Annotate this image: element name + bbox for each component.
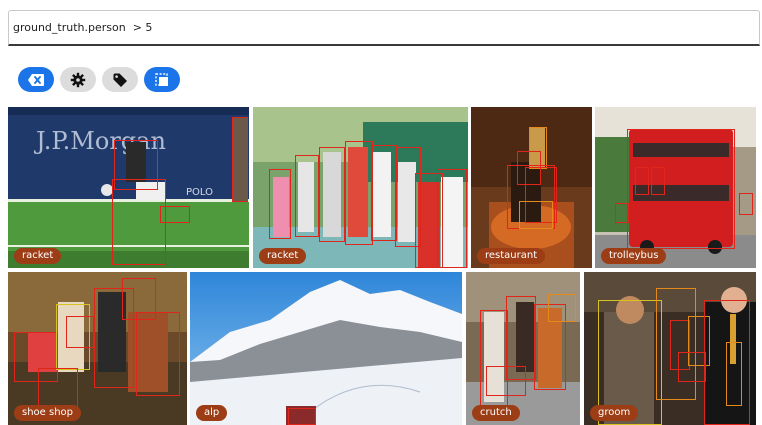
detection-box [38, 368, 78, 408]
image-tile[interactable]: groom [584, 272, 756, 425]
detection-box [519, 201, 553, 229]
detection-box [486, 366, 526, 396]
detection-box [371, 145, 397, 241]
image-grid: J.P.Morgan POLO racket racket restaurant… [0, 0, 762, 425]
image-tile[interactable]: restaurant [471, 107, 592, 268]
image-tile[interactable]: racket [253, 107, 468, 268]
detection-box [615, 203, 629, 223]
detection-box [437, 169, 467, 268]
detection-box [635, 167, 649, 195]
tile-label: restaurant [477, 248, 546, 264]
tile-label: groom [590, 405, 639, 421]
tile-label: shoe shop [14, 405, 82, 421]
detection-box [288, 408, 316, 425]
detection-box [739, 193, 753, 215]
detection-box [319, 147, 345, 242]
tile-label: racket [259, 248, 307, 264]
image-tile[interactable]: alp [190, 272, 462, 425]
tile-label: racket [14, 248, 62, 264]
detection-box [678, 352, 706, 382]
detection-box [112, 179, 166, 265]
image-tile[interactable]: crutch [466, 272, 580, 425]
image-tile[interactable]: J.P.Morgan POLO racket [8, 107, 249, 268]
detection-box [548, 294, 576, 322]
tile-label: trolleybus [601, 248, 667, 264]
detection-box [232, 117, 248, 202]
tile-image [190, 272, 462, 425]
tile-label: crutch [472, 405, 520, 421]
detection-box [726, 342, 742, 406]
detection-box [66, 316, 94, 348]
detection-box [269, 169, 291, 239]
detection-box [345, 141, 373, 245]
image-tile[interactable]: trolleybus [595, 107, 756, 268]
polo-text: POLO [186, 187, 213, 198]
detection-box [160, 206, 190, 223]
detection-box [295, 155, 319, 237]
image-tile[interactable]: shoe shop [8, 272, 187, 425]
detection-box [651, 167, 665, 195]
tile-label: alp [196, 405, 228, 421]
detection-box [136, 312, 180, 396]
